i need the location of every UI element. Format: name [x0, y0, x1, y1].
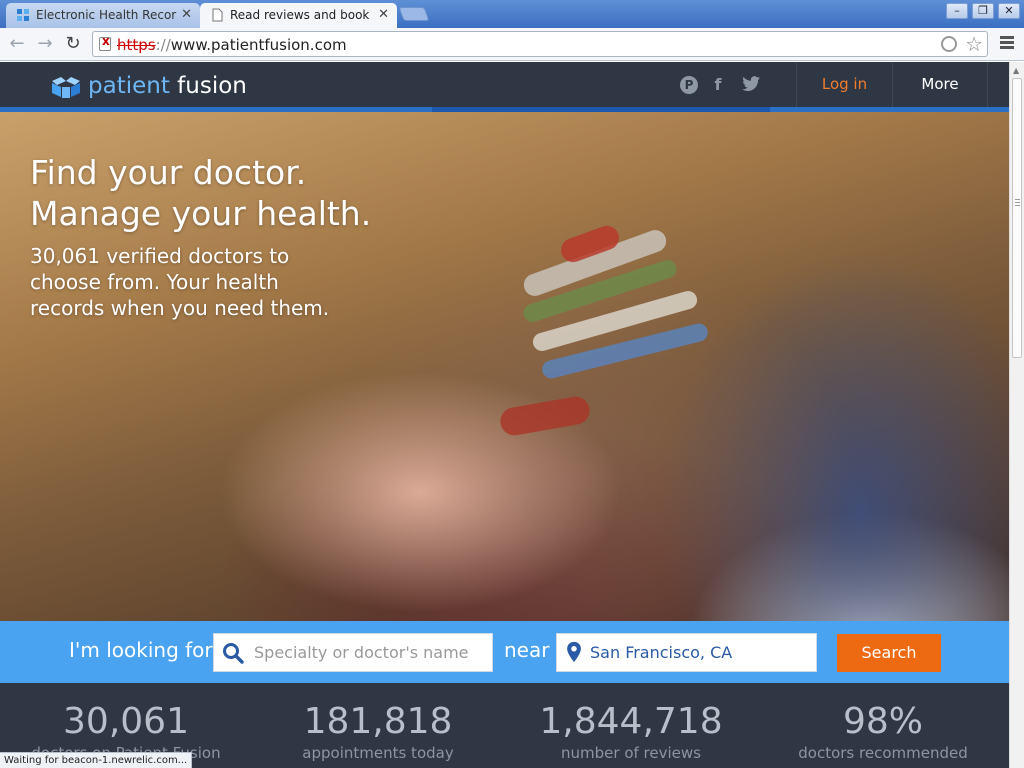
stat-appointments: 181,818 appointments today [302, 701, 454, 762]
hero-banner: Find your doctor. Manage your health. 30… [0, 112, 1009, 621]
map-pin-icon [567, 641, 581, 663]
hero-subtitle: 30,061 verified doctors to choose from. … [30, 244, 330, 320]
logo-text-patient: patient [88, 73, 170, 99]
scrollbar-thumb[interactable] [1012, 78, 1022, 358]
doctor-search-bar: I'm looking for Specialty or doctor's na… [0, 621, 1009, 683]
tab-title: Electronic Health Recor [36, 8, 177, 22]
browser-tab-ehr[interactable]: Electronic Health Recor ✕ [6, 3, 200, 28]
scroll-up-icon[interactable]: ▲ [1013, 66, 1019, 75]
more-menu-button[interactable]: More [892, 62, 988, 107]
search-button[interactable]: Search [837, 634, 941, 672]
close-window-icon[interactable]: ✕ [998, 3, 1020, 19]
maximize-icon[interactable]: ❐ [972, 3, 994, 19]
bookmark-star-icon[interactable]: ☆ [965, 32, 983, 56]
search-icon [223, 643, 244, 664]
hero-title: Find your doctor. Manage your health. [30, 153, 372, 233]
specialty-search-input[interactable]: Specialty or doctor's name [213, 633, 493, 672]
pinterest-icon[interactable]: P [680, 76, 698, 94]
browser-tab-reviews[interactable]: Read reviews and book ✕ [200, 3, 397, 28]
address-bar[interactable]: x https://www.patientfusion.com ☆ [92, 31, 988, 57]
close-tab-icon[interactable]: ✕ [181, 3, 192, 27]
tab-title: Read reviews and book [230, 8, 370, 22]
new-tab-button[interactable] [398, 7, 430, 21]
location-value: San Francisco, CA [590, 643, 733, 662]
page-icon [212, 8, 223, 22]
patientfusion-favicon-icon [17, 9, 29, 21]
logo-text-fusion: fusion [177, 73, 247, 99]
facebook-icon[interactable]: f [709, 76, 727, 94]
specialty-placeholder: Specialty or doctor's name [254, 643, 469, 662]
browser-status-bubble: Waiting for beacon-1.newrelic.com... [0, 752, 193, 768]
browser-tab-strip: Electronic Health Recor ✕ Read reviews a… [0, 0, 1024, 28]
login-link[interactable]: Log in [796, 62, 892, 107]
close-tab-icon[interactable]: ✕ [378, 3, 389, 27]
location-input[interactable]: San Francisco, CA [556, 633, 817, 672]
looking-for-label: I'm looking for [69, 638, 213, 662]
location-target-icon[interactable] [941, 36, 957, 52]
near-label: near [504, 638, 550, 662]
forward-icon[interactable]: → [34, 34, 56, 54]
page-scrollbar[interactable]: ▲ [1009, 62, 1024, 768]
minimize-icon[interactable]: – [946, 3, 968, 19]
logo-cube-icon [52, 77, 80, 98]
stat-reviews: 1,844,718 number of reviews [539, 701, 723, 762]
chrome-menu-icon[interactable] [1000, 36, 1014, 51]
url-text[interactable]: https://www.patientfusion.com [117, 36, 347, 54]
browser-toolbar: ← → ↻ x https://www.patientfusion.com ☆ [0, 28, 1024, 61]
twitter-icon[interactable] [740, 76, 762, 94]
back-icon[interactable]: ← [6, 34, 28, 54]
stat-recommended: 98% doctors recommended [798, 701, 968, 762]
reload-icon[interactable]: ↻ [62, 34, 84, 54]
site-header: patient fusion P f Log in More [0, 62, 1009, 112]
